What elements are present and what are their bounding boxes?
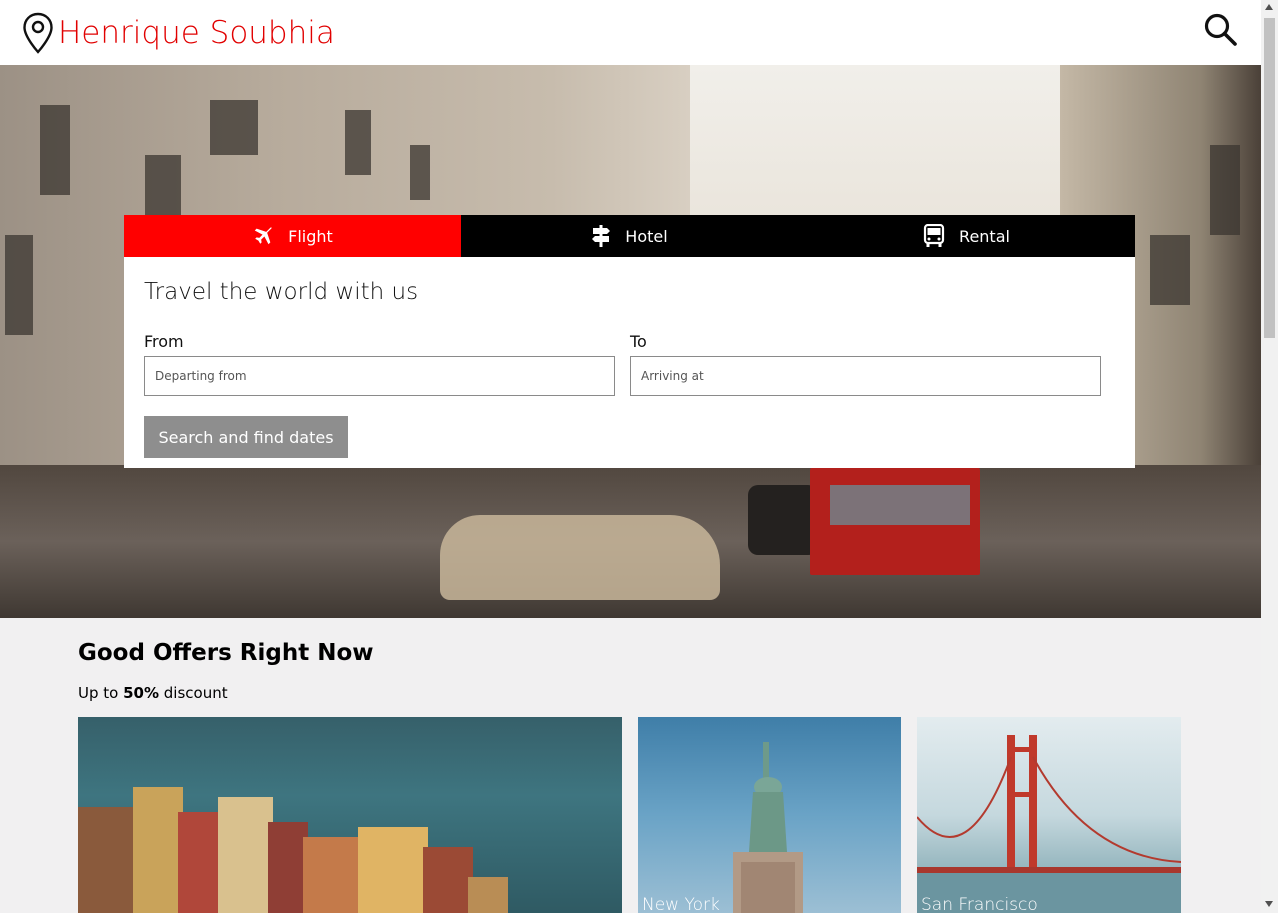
from-input[interactable] (144, 356, 615, 396)
search-icon (1204, 13, 1237, 46)
scroll-up-arrow-icon[interactable] (1265, 4, 1273, 10)
golden-gate-bridge-image (917, 735, 1181, 913)
search-button[interactable] (1203, 12, 1239, 48)
scroll-down-arrow-icon[interactable] (1265, 901, 1273, 907)
tab-label: Flight (288, 226, 333, 246)
offers-heading: Good Offers Right Now (78, 640, 374, 666)
signpost-icon (592, 225, 611, 247)
offer-tile-san-francisco[interactable]: San Francisco (917, 717, 1181, 913)
brand-logo[interactable]: Henrique Soubhia (22, 12, 335, 54)
page-scrollbar[interactable] (1261, 0, 1278, 913)
booking-title: Travel the world with us (144, 279, 419, 305)
discount-value: 50% (123, 684, 160, 702)
tab-label: Rental (959, 226, 1010, 246)
to-label: To (630, 332, 647, 351)
top-navigation-bar: Henrique Soubhia (0, 0, 1261, 65)
offer-tile-label: San Francisco (921, 895, 1038, 913)
statue-of-liberty-image (733, 742, 803, 913)
offer-tile-cinque-terre[interactable] (78, 717, 622, 913)
offer-tile-new-york[interactable]: New York (638, 717, 901, 913)
booking-panel: Travel the world with us From To Search … (124, 257, 1135, 468)
map-pin-icon (23, 12, 53, 54)
tab-rental[interactable]: Rental (798, 215, 1135, 257)
offer-tile-label: New York (642, 895, 720, 913)
booking-tabs: Flight Hotel Rental (124, 215, 1135, 257)
brand-name: Henrique Soubhia (58, 15, 335, 51)
to-input[interactable] (630, 356, 1101, 396)
airplane-icon (254, 227, 272, 245)
offers-subtitle: Up to 50% discount (78, 684, 228, 702)
tab-flight[interactable]: Flight (124, 215, 461, 257)
from-label: From (144, 332, 184, 351)
scroll-thumb[interactable] (1264, 18, 1275, 338)
tab-hotel[interactable]: Hotel (461, 215, 798, 257)
search-dates-button[interactable]: Search and find dates (144, 416, 348, 458)
tab-label: Hotel (625, 226, 668, 246)
bus-icon (923, 224, 945, 247)
